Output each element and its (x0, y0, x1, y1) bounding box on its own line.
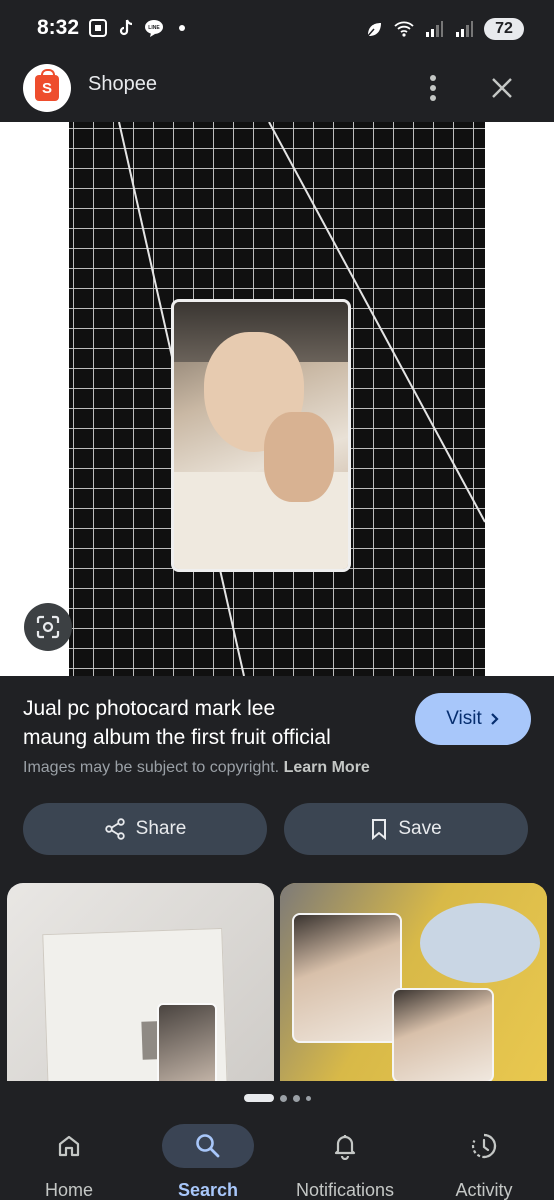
nav-home-pill (23, 1124, 115, 1168)
nav-home[interactable]: Home (9, 1124, 129, 1200)
bottom-navigation: Home Search Notifications Activity (0, 1112, 554, 1200)
source-header: S Shopee (0, 60, 554, 122)
carousel-dot (279, 1094, 287, 1102)
screenshot-icon (89, 19, 107, 37)
activity-icon (471, 1133, 497, 1159)
result-title-line1: Jual pc photocard mark lee (23, 697, 276, 720)
signal-icon (426, 21, 443, 37)
share-label: Share (135, 818, 187, 839)
nav-notifications-label: Notifications (295, 1180, 395, 1200)
nav-search-pill (162, 1124, 254, 1168)
leaf-icon (366, 23, 381, 38)
more-vert-icon (430, 75, 436, 101)
result-title-line2: maung album the first fruit official (23, 726, 331, 749)
photocard-image (171, 299, 351, 572)
carousel-dot (305, 1095, 311, 1101)
logo-letter: S (41, 79, 52, 97)
signal-icon (456, 21, 473, 37)
save-button[interactable]: Save (284, 803, 528, 855)
nav-search[interactable]: Search (148, 1124, 268, 1200)
lens-icon (36, 615, 60, 639)
nav-search-label: Search (177, 1180, 239, 1200)
battery-level: 72 (495, 20, 513, 37)
nav-notifications[interactable]: Notifications (285, 1124, 405, 1200)
status-time: 8:32 (37, 16, 80, 39)
nav-activity[interactable]: Activity (424, 1124, 544, 1200)
visit-label: Visit (446, 708, 482, 729)
result-title[interactable]: Jual pc photocard mark lee maung album t… (23, 694, 403, 752)
related-image-thumbnail[interactable] (280, 883, 547, 1081)
line-icon: LINE (145, 20, 163, 37)
bookmark-icon (372, 819, 387, 840)
shopee-logo[interactable]: S (23, 64, 71, 112)
dot-icon (179, 25, 185, 31)
save-label: Save (398, 818, 442, 839)
carousel-indicator (0, 1094, 554, 1102)
photocard-hand (264, 412, 334, 502)
carousel-dot-active (243, 1094, 274, 1102)
close-icon (492, 78, 512, 98)
search-icon (196, 1134, 220, 1158)
photocard-photo (392, 988, 494, 1081)
status-bar: 8:32 LINE 72 (0, 0, 554, 60)
nav-activity-label: Activity (455, 1180, 513, 1200)
learn-more-link[interactable]: Learn More (284, 759, 370, 776)
battery-indicator: 72 (484, 18, 524, 40)
nav-home-label: Home (44, 1180, 93, 1200)
system-icons: 72 (364, 18, 524, 40)
close-button[interactable] (484, 68, 520, 108)
copyright-notice: Images may be subject to copyright. Lear… (23, 759, 370, 777)
copyright-text: Images may be subject to copyright. (23, 759, 280, 776)
bell-icon (334, 1135, 356, 1160)
nav-activity-pill (438, 1124, 530, 1168)
notification-icons: LINE (88, 18, 192, 38)
photocard-photo (157, 1003, 217, 1081)
shopee-bag-icon: S (35, 69, 59, 101)
home-icon (58, 1135, 80, 1157)
source-name[interactable]: Shopee (88, 73, 157, 96)
lens-search-button[interactable] (24, 603, 72, 651)
visit-button[interactable]: Visit (415, 693, 531, 745)
photocard-photo (292, 913, 402, 1043)
share-icon (104, 818, 125, 840)
share-button[interactable]: Share (23, 803, 267, 855)
related-image-thumbnail[interactable] (7, 883, 274, 1081)
fan-photo (420, 903, 540, 983)
nav-notifications-pill (299, 1124, 391, 1168)
wifi-icon (394, 21, 414, 37)
related-images (0, 883, 554, 1081)
main-image[interactable] (0, 122, 554, 676)
svg-text:LINE: LINE (148, 25, 160, 31)
chevron-right-icon (491, 713, 499, 725)
tiktok-icon (119, 19, 133, 36)
carousel-dot (292, 1094, 300, 1102)
more-options-button[interactable] (418, 68, 448, 108)
